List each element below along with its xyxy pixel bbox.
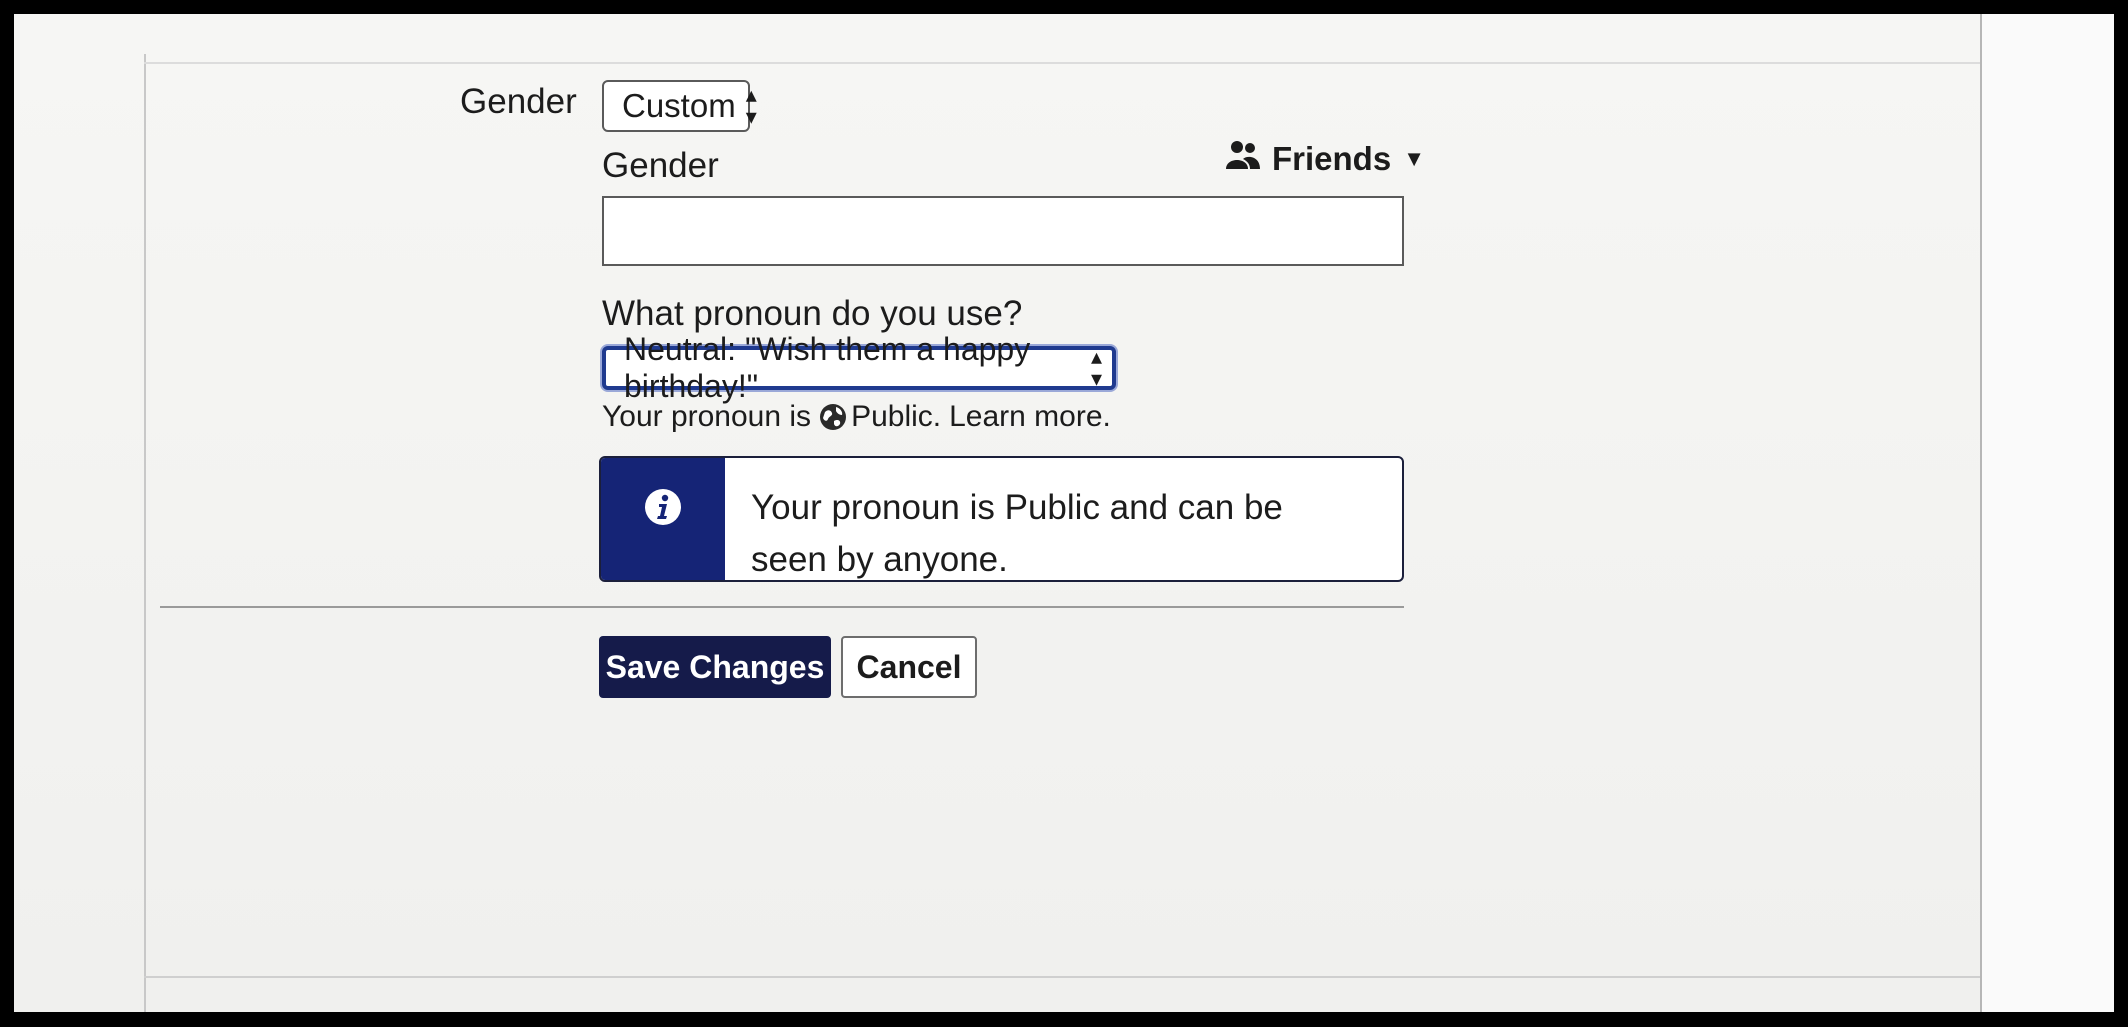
custom-gender-label: Gender — [602, 146, 719, 185]
select-arrows-icon: ▴ ▾ — [745, 82, 757, 129]
notice-message: Your pronoun is Public and can be seen b… — [751, 488, 1283, 579]
settings-screenshot: Gender Custom ▴ ▾ Gender Friends ▼ What p… — [14, 14, 2114, 1012]
save-changes-button[interactable]: Save Changes — [599, 636, 831, 698]
pronoun-question: What pronoun do you use? — [602, 294, 1023, 333]
page-right-edge — [1980, 14, 2114, 1012]
people-icon — [1226, 140, 1260, 178]
notice-accent-bar — [601, 458, 725, 580]
panel-top-border — [144, 62, 1980, 64]
custom-gender-input[interactable] — [602, 196, 1404, 266]
audience-selector[interactable]: Friends ▼ — [1226, 140, 1425, 178]
section-divider — [160, 606, 1404, 608]
select-arrows-icon: ▴ ▾ — [1090, 344, 1102, 391]
gender-select[interactable]: Custom ▴ ▾ — [602, 80, 757, 132]
learn-more-link[interactable]: Learn more. — [949, 400, 1111, 434]
visibility-value: Public. — [851, 400, 942, 433]
pronoun-select-value: Neutral: "Wish them a happy birthday!" — [624, 331, 1031, 404]
audience-label: Friends — [1272, 140, 1392, 177]
cancel-button[interactable]: Cancel — [841, 636, 977, 698]
caret-down-icon: ▼ — [1403, 146, 1425, 171]
pronoun-visibility-hint: Your pronoun is Public. Learn more. — [602, 400, 1111, 434]
info-icon — [644, 488, 682, 580]
gender-select-value: Custom — [622, 87, 736, 124]
panel-left-border — [144, 54, 146, 1012]
pronoun-select[interactable]: Neutral: "Wish them a happy birthday!" ▴… — [602, 331, 1116, 404]
gender-row-label: Gender — [460, 82, 577, 121]
visibility-prefix: Your pronoun is — [602, 400, 812, 433]
pronoun-info-notice: Your pronoun is Public and can be seen b… — [599, 456, 1404, 582]
globe-icon — [819, 403, 847, 431]
panel-bottom-border — [144, 976, 1980, 978]
